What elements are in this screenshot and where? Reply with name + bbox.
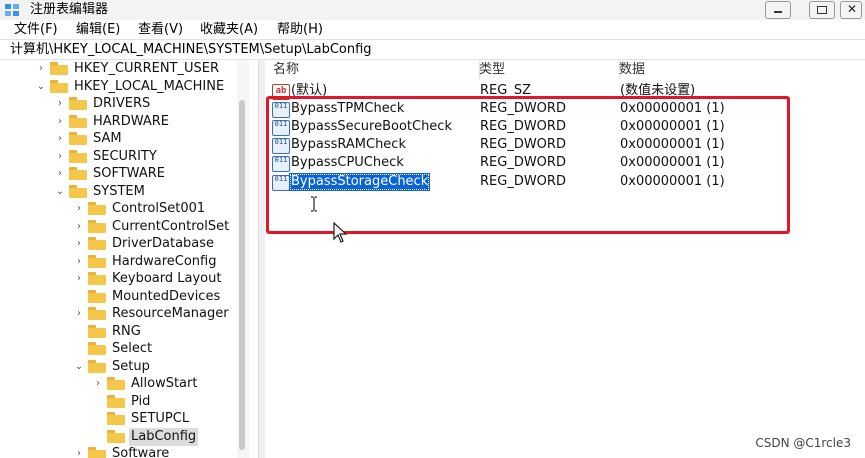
folder-icon	[69, 132, 87, 145]
tree-node-label: SECURITY	[93, 148, 157, 164]
chevron-right-icon	[74, 326, 84, 338]
regedit-icon	[5, 4, 19, 16]
title-bar: 注册表编辑器 ✕	[0, 0, 865, 20]
tree-node-label: Keyboard Layout	[112, 271, 222, 286]
chevron-right-icon[interactable]: ›	[93, 378, 103, 390]
window-title: 注册表编辑器	[30, 2, 109, 17]
folder-icon	[88, 272, 106, 285]
tree-node-label: Pid	[131, 393, 151, 409]
chevron-right-icon	[93, 431, 103, 443]
chevron-right-icon[interactable]: ›	[55, 116, 65, 128]
chevron-right-icon	[74, 291, 84, 303]
mouse-pointer-icon	[333, 222, 348, 243]
chevron-down-icon[interactable]: ⌄	[74, 361, 84, 373]
chevron-right-icon[interactable]: ›	[74, 273, 84, 285]
menu-view[interactable]: 查看(V)	[138, 21, 183, 38]
chevron-right-icon[interactable]: ›	[55, 98, 65, 110]
maximize-button[interactable]	[809, 1, 835, 19]
chevron-right-icon[interactable]: ›	[74, 448, 84, 458]
folder-icon	[88, 254, 106, 268]
minimize-icon	[774, 11, 782, 13]
tree-scrollbar-thumb[interactable]	[239, 100, 245, 450]
chevron-down-icon[interactable]: ⌄	[36, 81, 46, 93]
tree-node-label: ResourceManager	[112, 306, 229, 321]
folder-icon	[69, 97, 87, 110]
menu-file[interactable]: 文件(F)	[14, 21, 58, 38]
tree-node-label: RNG	[112, 323, 141, 339]
folder-icon	[107, 429, 125, 443]
folder-icon	[88, 219, 106, 233]
tree-node-label: ControlSet001	[112, 201, 206, 216]
tree-node-label: DriverDatabase	[112, 236, 215, 251]
tree-node-label: AllowStart	[131, 376, 198, 391]
minimize-button[interactable]	[765, 1, 791, 19]
tree-node-label: LabConfig	[129, 427, 199, 446]
chevron-right-icon	[74, 343, 84, 355]
tree-node-label: CurrentControlSet	[112, 218, 230, 234]
chevron-right-icon[interactable]: ›	[74, 238, 84, 250]
menu-bar: 文件(F) 编辑(E) 查看(V) 收藏夹(A) 帮助(H)	[0, 20, 865, 39]
folder-icon	[107, 394, 125, 408]
annotation-highlight-box	[266, 96, 790, 234]
close-button[interactable]: ✕	[840, 1, 862, 19]
folder-icon	[69, 149, 87, 163]
folder-icon	[88, 342, 106, 355]
tree-node-label: SETUPCL	[131, 411, 190, 426]
tree-node-label: HKEY_CURRENT_USER	[74, 61, 220, 76]
close-icon: ✕	[847, 2, 858, 16]
tree-node-label: Select	[112, 341, 153, 356]
chevron-right-icon[interactable]: ›	[55, 168, 65, 180]
watermark: CSDN @C1rcle3	[755, 436, 851, 450]
folder-icon	[88, 237, 106, 250]
folder-icon	[69, 167, 87, 180]
column-header-data[interactable]: 数据	[613, 60, 865, 80]
chevron-right-icon[interactable]: ›	[55, 151, 65, 163]
folder-icon	[88, 447, 106, 458]
tree-node-label: HardwareConfig	[112, 253, 217, 269]
folder-icon	[88, 324, 106, 338]
tree-node-label: SAM	[93, 131, 122, 146]
tree-node-label: SYSTEM	[93, 183, 145, 199]
folder-icon	[88, 307, 106, 320]
address-path[interactable]: 计算机\HKEY_LOCAL_MACHINE\SYSTEM\Setup\LabC…	[10, 41, 372, 58]
menu-favorites[interactable]: 收藏夹(A)	[200, 21, 258, 38]
tree-node-label: HKEY_LOCAL_MACHINE	[74, 78, 225, 94]
chevron-right-icon[interactable]: ›	[74, 203, 84, 215]
tree-node-label: DRIVERS	[93, 96, 151, 111]
chevron-right-icon[interactable]: ›	[55, 133, 65, 145]
folder-icon	[69, 114, 87, 128]
chevron-right-icon	[93, 413, 103, 425]
address-bar[interactable]: 计算机\HKEY_LOCAL_MACHINE\SYSTEM\Setup\LabC…	[0, 39, 865, 60]
folder-icon	[107, 377, 125, 390]
ibeam-cursor-icon	[311, 196, 317, 212]
column-header-type[interactable]: 类型	[472, 60, 620, 80]
chevron-right-icon[interactable]: ›	[36, 63, 46, 75]
folder-icon	[88, 202, 106, 215]
folder-icon	[88, 289, 106, 303]
folder-icon	[88, 359, 106, 373]
folder-icon	[107, 412, 125, 425]
folder-icon	[50, 79, 68, 93]
tree-node-label: Software	[112, 446, 170, 458]
chevron-right-icon	[93, 396, 103, 408]
tree-node-label: SOFTWARE	[93, 166, 165, 181]
folder-icon	[50, 62, 68, 75]
tree-node-label: HARDWARE	[93, 113, 169, 129]
menu-edit[interactable]: 编辑(E)	[76, 21, 120, 38]
tree-node-label: Setup	[112, 358, 150, 374]
tree-pane[interactable]: › HKEY_CURRENT_USER ⌄ HKEY_LOCAL_MACHINE › DR…	[0, 60, 258, 458]
chevron-right-icon[interactable]: ›	[74, 308, 84, 320]
tree-scrollbar[interactable]	[237, 60, 249, 458]
menu-help[interactable]: 帮助(H)	[277, 21, 323, 38]
maximize-icon	[817, 6, 827, 14]
column-header-name[interactable]: 名称	[265, 60, 480, 80]
folder-icon	[69, 184, 87, 198]
tree-node-label: MountedDevices	[112, 288, 221, 304]
chevron-right-icon[interactable]: ›	[74, 256, 84, 268]
chevron-down-icon[interactable]: ⌄	[55, 186, 65, 198]
chevron-right-icon[interactable]: ›	[74, 221, 84, 233]
